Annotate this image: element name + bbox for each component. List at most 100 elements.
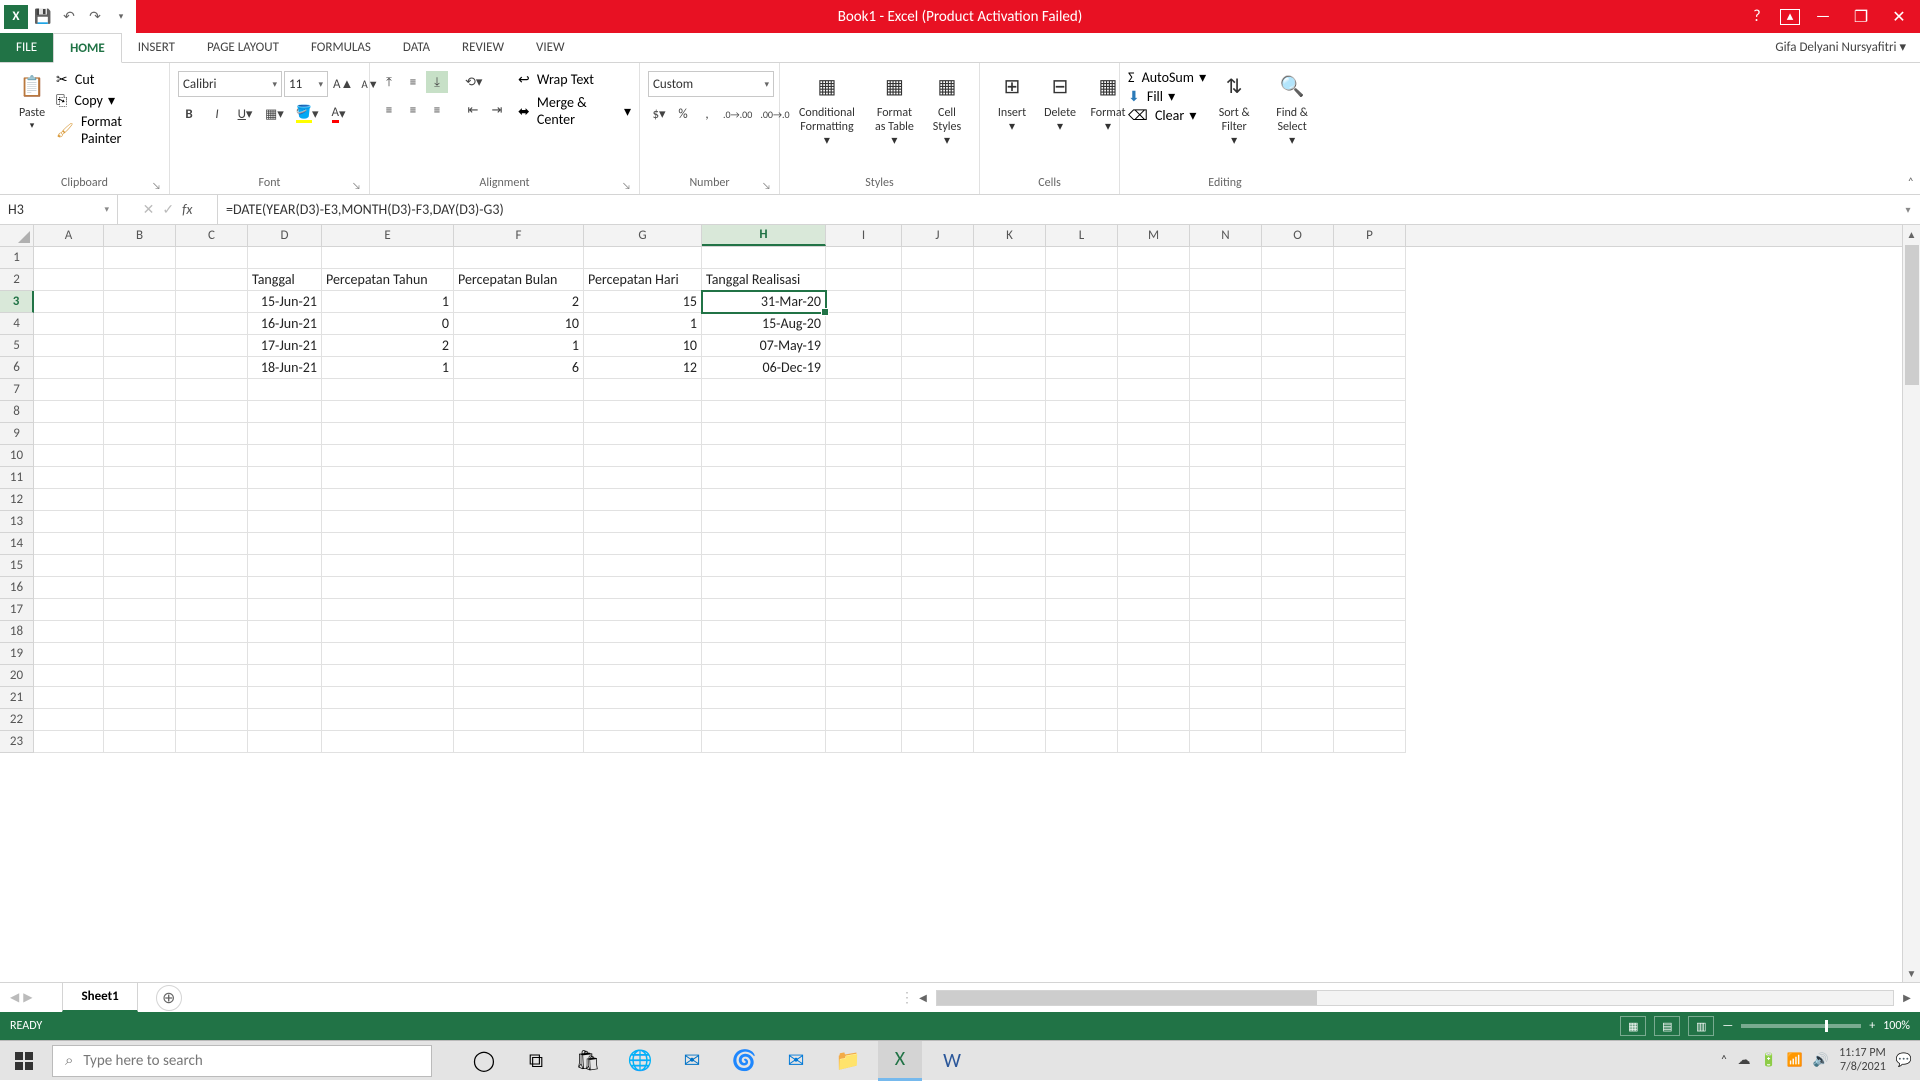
cell-N17[interactable] [1190,599,1262,621]
cell-O4[interactable] [1262,313,1334,335]
cell-E20[interactable] [322,665,454,687]
cell-J19[interactable] [902,643,974,665]
cell-O5[interactable] [1262,335,1334,357]
cell-F8[interactable] [454,401,584,423]
scroll-down-icon[interactable]: ▼ [1903,964,1920,982]
cell-G11[interactable] [584,467,702,489]
cell-D15[interactable] [248,555,322,577]
taskbar-clock[interactable]: 11:17 PM7/8/2021 [1839,1047,1886,1073]
clipboard-launcher-icon[interactable]: ↘ [152,179,161,192]
cell-D13[interactable] [248,511,322,533]
cell-M22[interactable] [1118,709,1190,731]
cell-P20[interactable] [1334,665,1406,687]
cell-F21[interactable] [454,687,584,709]
cell-I11[interactable] [826,467,902,489]
cell-P5[interactable] [1334,335,1406,357]
cell-O3[interactable] [1262,291,1334,313]
cell-A19[interactable] [34,643,104,665]
cell-K21[interactable] [974,687,1046,709]
cell-M3[interactable] [1118,291,1190,313]
cell-E10[interactable] [322,445,454,467]
cell-L9[interactable] [1046,423,1118,445]
row-header-12[interactable]: 12 [0,489,34,511]
cell-F17[interactable] [454,599,584,621]
cell-I19[interactable] [826,643,902,665]
page-break-view-icon[interactable]: ▥ [1688,1016,1714,1036]
cell-K1[interactable] [974,247,1046,269]
cell-E17[interactable] [322,599,454,621]
wifi-icon[interactable]: 📶 [1787,1053,1803,1068]
cell-J8[interactable] [902,401,974,423]
cell-O12[interactable] [1262,489,1334,511]
cell-F15[interactable] [454,555,584,577]
cell-L11[interactable] [1046,467,1118,489]
cell-G9[interactable] [584,423,702,445]
cell-I15[interactable] [826,555,902,577]
col-header-H[interactable]: H [702,225,826,246]
cell-K4[interactable] [974,313,1046,335]
cell-D11[interactable] [248,467,322,489]
cell-E5[interactable]: 2 [322,335,454,357]
cell-M16[interactable] [1118,577,1190,599]
zoom-slider[interactable] [1741,1024,1861,1028]
cell-P4[interactable] [1334,313,1406,335]
cell-A21[interactable] [34,687,104,709]
cell-K17[interactable] [974,599,1046,621]
restore-icon[interactable]: ❐ [1846,5,1876,29]
cell-F20[interactable] [454,665,584,687]
cell-C14[interactable] [176,533,248,555]
cell-E21[interactable] [322,687,454,709]
cell-K7[interactable] [974,379,1046,401]
cell-I9[interactable] [826,423,902,445]
cell-J16[interactable] [902,577,974,599]
cell-O19[interactable] [1262,643,1334,665]
cell-J9[interactable] [902,423,974,445]
cell-E11[interactable] [322,467,454,489]
cell-A7[interactable] [34,379,104,401]
cell-K11[interactable] [974,467,1046,489]
cell-D19[interactable] [248,643,322,665]
cell-J23[interactable] [902,731,974,753]
normal-view-icon[interactable]: ▦ [1620,1016,1646,1036]
row-header-8[interactable]: 8 [0,401,34,423]
cell-D3[interactable]: 15-Jun-21 [248,291,322,313]
underline-button[interactable]: U▾ [234,103,256,125]
cell-L17[interactable] [1046,599,1118,621]
zoom-level[interactable]: 100% [1883,1019,1910,1033]
cell-N22[interactable] [1190,709,1262,731]
cell-G21[interactable] [584,687,702,709]
cell-I22[interactable] [826,709,902,731]
cell-O6[interactable] [1262,357,1334,379]
cell-H11[interactable] [702,467,826,489]
decrease-indent-icon[interactable]: ⇤ [462,99,484,121]
cell-P1[interactable] [1334,247,1406,269]
cell-B10[interactable] [104,445,176,467]
col-header-B[interactable]: B [104,225,176,246]
orientation-icon[interactable]: ⟲▾ [462,71,485,93]
cell-D20[interactable] [248,665,322,687]
collapse-ribbon-icon[interactable]: ˄ [1908,176,1914,190]
cell-H3[interactable]: 31-Mar-20 [702,291,826,313]
cell-G22[interactable] [584,709,702,731]
cell-H16[interactable] [702,577,826,599]
cell-P3[interactable] [1334,291,1406,313]
cell-K2[interactable] [974,269,1046,291]
cell-J12[interactable] [902,489,974,511]
cell-L3[interactable] [1046,291,1118,313]
hscrollbar-thumb[interactable] [937,991,1317,1005]
cell-L4[interactable] [1046,313,1118,335]
cell-D12[interactable] [248,489,322,511]
cell-B3[interactable] [104,291,176,313]
cell-C22[interactable] [176,709,248,731]
row-header-11[interactable]: 11 [0,467,34,489]
cell-L2[interactable] [1046,269,1118,291]
cell-A15[interactable] [34,555,104,577]
font-size-combo[interactable]: 11▾ [284,71,328,97]
cell-G14[interactable] [584,533,702,555]
cell-K3[interactable] [974,291,1046,313]
cell-J3[interactable] [902,291,974,313]
cell-J17[interactable] [902,599,974,621]
cell-H17[interactable] [702,599,826,621]
cell-N21[interactable] [1190,687,1262,709]
cell-J21[interactable] [902,687,974,709]
